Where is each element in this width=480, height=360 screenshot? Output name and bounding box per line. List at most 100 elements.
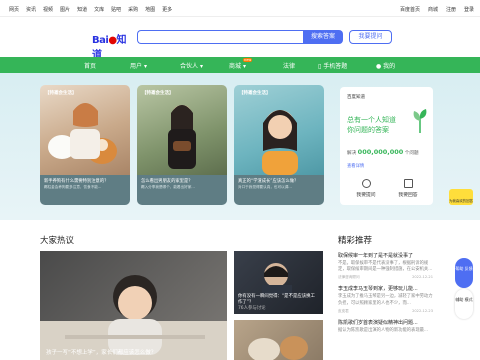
sprout-icon	[413, 109, 427, 133]
nav-item-mall[interactable]: 商城 ▾	[229, 61, 246, 70]
top-link-map[interactable]: 地图	[145, 6, 155, 13]
recommend-item-desc: 据认为陈凯歌是出演的人物的新功能的表现最...	[338, 327, 429, 333]
solved-count: 解决 000,000,000 个问题	[347, 148, 419, 156]
top-link-more[interactable]: 更多	[162, 6, 172, 13]
banner-card-caption: 新手养狗有什么需要特别注意的？ 踢柱金会养狗要多注意，饮食不能...	[40, 175, 130, 205]
recommend-item-desc: 李玉成为了推马玉琴是另一边，减轻了家中劳动力负担，可以照顾家里的人也不少，而..…	[338, 294, 433, 306]
panel-headline-line-2: 你问题的答案	[347, 125, 389, 134]
woman-portrait-illustration	[262, 110, 298, 175]
top-link-wenku[interactable]: 文库	[94, 6, 104, 13]
recommend-item[interactable]: 李玉成李马玉琴到家，更够玩儿能... 李玉成为了推马玉琴是另一边，减轻了家中劳动…	[338, 285, 433, 313]
recommend-item[interactable]: 陈凯歌们岁首表演疑似精神出问题... 据认为陈凯歌是出演的人物的新功能的表现最.…	[338, 319, 433, 334]
recommend-item-meta: 法律咨询顾问 2022-12-21	[338, 275, 433, 280]
banner-card[interactable]: 【特邀会生活】 新手养狗有什么需要特别注意的？ 踢柱金会养狗要多注意，饮食不能.…	[40, 85, 130, 205]
baidu-zhidao-logo[interactable]: Bai●知道	[92, 31, 132, 61]
recommend-item-desc: 不是。取保候审不是代表没事了，根据刑诉的规定，取保候审期间是一种强制措施，在公安…	[338, 261, 433, 273]
top-link-video[interactable]: 视频	[43, 6, 53, 13]
question-icon	[361, 179, 371, 188]
hot-side-caption-text: 你有没有一瞬间觉得：“是不是应该换工作了”？	[238, 294, 315, 306]
recommend-item-author: 法律咨询顾问	[338, 275, 360, 280]
hot-discussion-title: 大家热议	[40, 236, 75, 246]
solved-count-value: 000,000,000	[357, 148, 404, 156]
page: 网页 资讯 视频 图片 知道 文库 贴吧 采购 地图 更多 百度首页 商城 注册…	[0, 0, 480, 360]
user-icon: ●	[376, 63, 382, 70]
banner-card-image	[137, 85, 227, 175]
nav-item-partner[interactable]: 合伙人 ▾	[180, 61, 203, 70]
promo-floater[interactable]: 为我喜欢的回答	[449, 189, 473, 205]
cats-illustration	[248, 336, 308, 360]
mall-link[interactable]: 商城	[428, 6, 438, 13]
banner-card-subtitle: 踢入分享我是哪个，能看出好家...	[141, 185, 195, 190]
baidu-home-link[interactable]: 百度首页	[400, 6, 420, 13]
hot-discussion-side-2[interactable]	[234, 320, 323, 360]
hot-main-caption: 孩子一写“不想上学”，家长们都应该怎么做？	[46, 350, 157, 356]
banner-card-subtitle: 踢柱金会养狗要多注意，饮食不能...	[44, 185, 102, 190]
hot-side-caption: 你有没有一瞬间觉得：“是不是应该换工作了”？ 76人参与讨论	[238, 294, 318, 312]
hot-discussion-main[interactable]: 孩子一写“不想上学”，家长们都应该怎么做？	[40, 251, 227, 360]
recommend-list: 取保候审一年到了是不是就没事了 不是。取保候审不是代表没事了，根据刑诉的规定，取…	[338, 252, 433, 339]
banner-card-tag: 【特邀会生活】	[239, 91, 271, 96]
nav-item-mobile-answer-label: 手机答题	[323, 63, 348, 70]
details-link[interactable]: 查看详情	[347, 163, 364, 169]
recommend-item-author: 皮皮君	[338, 308, 349, 313]
panel-headline: 总有一个人知道 你问题的答案	[347, 116, 396, 136]
top-nav-right: 百度首页 商城 注册 登录	[400, 6, 474, 13]
nav-item-user[interactable]: 用户 ▾	[130, 61, 147, 70]
main-nav: 首页 用户 ▾ 合伙人 ▾ 商城 ▾ new 法律 ▯ 手机答题 ● 我的	[0, 57, 480, 73]
tired-man-illustration	[262, 263, 292, 297]
search-input[interactable]	[137, 30, 305, 44]
accessibility-mode-button[interactable]: 辅助 模式	[455, 289, 473, 319]
solved-count-prefix: 解决	[347, 151, 357, 156]
ask-question-action[interactable]: 我要提问	[346, 179, 386, 198]
header: Bai●知道 搜索答案 我要提问	[0, 17, 480, 61]
zhidao-intro-panel: 百度知道 总有一个人知道 你问题的答案 解决 000,000,000 个问题 查…	[340, 87, 433, 205]
nav-item-law[interactable]: 法律	[283, 61, 295, 70]
banner-card-subtitle: 对口于我觉得要认真，也可以调...	[238, 185, 292, 190]
logo-text: Bai	[92, 35, 109, 46]
top-link-web[interactable]: 网页	[9, 6, 19, 13]
banner-card-tag: 【特邀会生活】	[45, 91, 77, 96]
recommend-item-title: 陈凯歌们岁首表演疑似精神出问题...	[338, 319, 418, 326]
register-link[interactable]: 注册	[446, 6, 456, 13]
banner-card-image	[40, 85, 130, 175]
login-link[interactable]: 登录	[464, 6, 474, 13]
banner-card[interactable]: 【特邀会生活】 真正的“学渣成长”应该怎么做？ 对口于我觉得要认真，也可以调..…	[234, 85, 324, 205]
top-link-purchase[interactable]: 采购	[128, 6, 138, 13]
nav-item-home[interactable]: 首页	[84, 61, 96, 70]
banner-card-caption: 怎么看出男朋友的家里是？ 踢入分享我是哪个，能看出好家...	[137, 175, 227, 205]
ask-question-action-label: 我要提问	[356, 193, 376, 198]
nav-item-mine[interactable]: ● 我的	[376, 61, 395, 70]
banner-card[interactable]: 【特邀会生活】 怎么看出男朋友的家里是？ 踢入分享我是哪个，能看出好家...	[137, 85, 227, 205]
nav-item-mobile-answer[interactable]: ▯ 手机答题	[318, 61, 347, 70]
hot-discussion-side[interactable]: 你有没有一瞬间觉得：“是不是应该换工作了”？ 76人参与讨论	[234, 251, 323, 314]
nav-item-partner-label: 合伙人	[180, 63, 199, 70]
panel-headline-line-1: 总有一个人知道	[347, 116, 396, 124]
chevron-down-icon: ▾	[143, 63, 147, 70]
help-feedback-button[interactable]: 帮助 反馈	[455, 258, 473, 288]
edit-icon	[403, 179, 413, 188]
top-link-images[interactable]: 图片	[60, 6, 70, 13]
search-answer-button[interactable]: 搜索答案	[303, 30, 343, 44]
answer-action-label: 我要回答	[398, 193, 418, 198]
studying-child-illustration	[40, 275, 227, 360]
top-link-tieba[interactable]: 贴吧	[111, 6, 121, 13]
banner-card-image	[234, 85, 324, 175]
paw-icon: ●	[108, 35, 117, 46]
recommend-item-title: 李玉成李马玉琴到家，更够玩儿能...	[338, 286, 418, 293]
content: 大家热议 孩子一写“不想上学”，家长们都应该怎么做？ 你有没有一瞬间觉得：“是不…	[0, 220, 480, 360]
chevron-down-icon: ▾	[199, 63, 203, 70]
recommend-item-date: 2022-12-21	[412, 275, 433, 280]
nav-item-mine-label: 我的	[383, 63, 396, 70]
recommend-item[interactable]: 取保候审一年到了是不是就没事了 不是。取保候审不是代表没事了，根据刑诉的规定，取…	[338, 252, 433, 280]
banner-card-tag: 【特邀会生活】	[142, 91, 174, 96]
top-nav-links: 网页 资讯 视频 图片 知道 文库 贴吧 采购 地图 更多	[9, 6, 172, 13]
recommend-item-date: 2022-12-23	[412, 308, 433, 313]
hot-side-meta: 76人参与讨论	[238, 306, 266, 312]
top-link-news[interactable]: 资讯	[26, 6, 36, 13]
woman-illustration	[168, 105, 196, 169]
ask-question-button[interactable]: 我要提问	[349, 30, 392, 44]
solved-count-suffix: 个问题	[404, 151, 419, 156]
answer-action[interactable]: 我要回答	[388, 179, 428, 198]
nav-item-mall-label: 商城	[229, 63, 242, 70]
top-link-zhidao[interactable]: 知道	[77, 6, 87, 13]
